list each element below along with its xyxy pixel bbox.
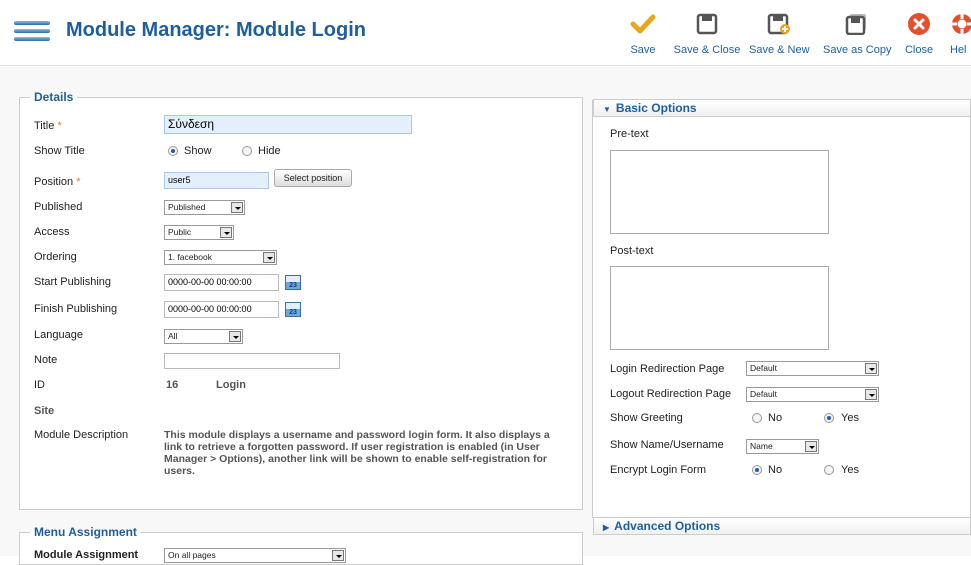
login-redirection-label: Login Redirection Page: [610, 363, 725, 375]
ordering-select[interactable]: 1. facebook: [164, 250, 277, 265]
toolbar: Module Manager: Module Login Save Save &…: [0, 0, 971, 66]
chevron-down-icon: [220, 227, 232, 238]
encrypt-no-radio[interactable]: [752, 465, 762, 475]
calendar-icon[interactable]: 23: [285, 275, 301, 290]
module-assignment-label: Module Assignment: [34, 549, 139, 561]
note-input[interactable]: [164, 353, 340, 369]
show-greeting-label: Show Greeting: [610, 412, 683, 424]
id-value: 16: [166, 379, 179, 391]
start-publishing-label: Start Publishing: [34, 276, 112, 288]
position-label: Position *: [34, 176, 81, 188]
save-button[interactable]: Save: [628, 8, 658, 60]
show-greeting-yes-radio[interactable]: [824, 413, 834, 423]
start-publishing-input[interactable]: 0000-00-00 00:00:00: [164, 274, 279, 291]
close-button[interactable]: Close: [904, 8, 934, 60]
finish-publishing-input[interactable]: 0000-00-00 00:00:00: [164, 301, 279, 318]
module-type-name: Login: [216, 379, 246, 391]
access-label: Access: [34, 226, 70, 238]
show-radio-label: Show: [184, 145, 212, 157]
note-label: Note: [34, 354, 58, 366]
greeting-no-label: No: [768, 412, 783, 424]
hamburger-menu-icon: [14, 21, 50, 47]
lifebuoy-icon: [950, 8, 971, 40]
calendar-icon[interactable]: 23: [285, 302, 301, 317]
advanced-options-toggle[interactable]: ▶ Advanced Options: [593, 517, 971, 535]
triangle-down-icon: ▼: [603, 105, 611, 114]
chevron-down-icon: [865, 363, 877, 374]
posttext-label: Post-text: [610, 245, 654, 257]
logout-redirection-label: Logout Redirection Page: [610, 388, 732, 400]
ordering-label: Ordering: [34, 251, 77, 263]
chevron-down-icon: [865, 389, 877, 400]
triangle-right-icon: ▶: [603, 523, 610, 532]
site-label: Site: [34, 405, 55, 417]
greeting-yes-label: Yes: [841, 412, 859, 424]
show-name-select[interactable]: Name: [746, 439, 819, 454]
details-legend: Details: [34, 90, 74, 104]
save-as-copy-button[interactable]: Save as Copy: [823, 8, 891, 60]
hide-radio-label: Hide: [258, 145, 281, 157]
chevron-down-icon: [231, 202, 243, 213]
show-greeting-no-radio[interactable]: [752, 413, 762, 423]
encrypt-login-label: Encrypt Login Form: [610, 464, 706, 476]
module-description-label: Module Description: [34, 429, 129, 441]
floppy-disk-copy-icon: [823, 8, 891, 40]
position-input[interactable]: user5: [164, 172, 269, 189]
pretext-label: Pre-text: [610, 128, 649, 140]
page-title: Module Manager: Module Login: [66, 19, 366, 41]
floppy-disk-plus-icon: [749, 8, 809, 40]
show-title-label: Show Title: [34, 145, 85, 157]
published-select[interactable]: Published: [164, 200, 245, 215]
posttext-textarea[interactable]: [610, 266, 829, 350]
close-icon: [904, 8, 934, 40]
save-and-new-button[interactable]: Save & New: [749, 8, 810, 60]
show-title-show-radio[interactable]: [168, 146, 178, 156]
encrypt-yes-label: Yes: [841, 464, 859, 476]
select-position-button[interactable]: Select position: [274, 169, 352, 187]
title-input[interactable]: Σύνδεση: [164, 115, 412, 134]
basic-options-toggle[interactable]: ▼ Basic Options: [593, 99, 971, 117]
show-name-username-label: Show Name/Username: [610, 439, 724, 451]
language-label: Language: [34, 329, 83, 341]
show-title-hide-radio[interactable]: [242, 146, 252, 156]
logout-redirection-select[interactable]: Default: [746, 387, 879, 402]
module-description-text: This module displays a username and pass…: [164, 429, 550, 477]
published-label: Published: [34, 201, 83, 213]
floppy-disk-icon: [672, 8, 742, 40]
menu-assignment-legend: Menu Assignment: [34, 525, 137, 539]
help-button[interactable]: Hel: [950, 8, 971, 60]
encrypt-no-label: No: [768, 464, 783, 476]
save-and-close-button[interactable]: Save & Close: [672, 8, 742, 60]
checkmark-icon: [628, 8, 658, 40]
chevron-down-icon: [263, 252, 275, 263]
encrypt-yes-radio[interactable]: [824, 465, 834, 475]
login-redirection-select[interactable]: Default: [746, 361, 879, 376]
language-select[interactable]: All: [164, 329, 243, 344]
chevron-down-icon: [229, 331, 241, 342]
finish-publishing-label: Finish Publishing: [34, 303, 118, 315]
title-label: Title *: [34, 120, 62, 132]
access-select[interactable]: Public: [164, 225, 234, 240]
pretext-textarea[interactable]: [610, 150, 829, 234]
id-label: ID: [34, 379, 45, 391]
chevron-down-icon: [805, 441, 817, 452]
